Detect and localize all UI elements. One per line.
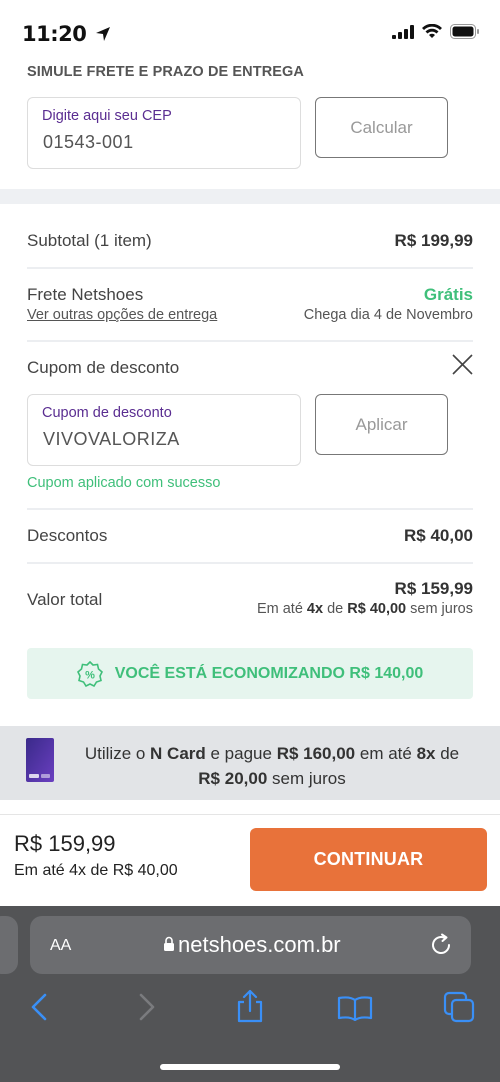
clock-text: 11:20 [22,22,87,46]
shipping-title: SIMULE FRETE E PRAZO DE ENTREGA [27,64,305,80]
total-label: Valor total [27,590,103,609]
status-icons [392,24,480,39]
status-time: 11:20 [22,22,111,46]
savings-text: VOCÊ ESTÁ ECONOMIZANDO R$ 140,00 [114,664,424,682]
url-text[interactable]: netshoes.com.br [178,932,341,958]
coupon-field-label: Cupom de desconto [42,405,172,421]
ncard-b4: R$ 20,00 [198,769,268,788]
footer-price: R$ 159,99 [14,831,116,856]
divider [27,508,473,510]
coupon-section-label: Cupom de desconto [27,358,180,377]
freight-value: Grátis [423,285,473,304]
wifi-icon [422,24,442,38]
ncard-t3: em até [355,744,417,763]
inst-suffix: sem juros [406,601,473,617]
total-installments: Em até 4x de R$ 40,00 sem juros [257,601,473,617]
discount-badge-icon: % [76,660,103,687]
tabs-icon[interactable] [443,991,475,1023]
footer-installments: Em até 4x de R$ 40,00 [14,862,178,879]
reader-settings-button[interactable]: AA [50,933,71,956]
back-icon[interactable] [30,993,48,1021]
cep-field-value[interactable]: 01543-001 [43,132,134,153]
discounts-label: Descontos [27,526,108,545]
cep-field[interactable]: Digite aqui seu CEP 01543-001 [27,97,301,169]
svg-text:%: % [85,669,95,681]
divider [27,267,473,269]
inst-prefix: Em até [256,601,307,617]
aa-label: AA [50,937,72,954]
inst-amount: R$ 40,00 [347,601,407,617]
cep-field-label: Digite aqui seu CEP [42,108,172,124]
subtotal-label: Subtotal (1 item) [27,231,152,250]
previous-tab-stub[interactable] [0,916,18,974]
continue-button[interactable]: CONTINUAR [250,828,487,891]
other-delivery-options-link[interactable]: Ver outras opções de entrega [27,307,217,323]
apply-coupon-button[interactable]: Aplicar [315,394,448,455]
freight-label: Frete Netshoes [27,285,144,304]
delivery-date: Chega dia 4 de Novembro [303,307,473,323]
inst-mid: de [323,601,348,617]
ncard-t4: de [435,744,460,763]
reload-icon[interactable] [429,933,453,957]
cellular-signal-icon [392,24,414,39]
ncard-b2: R$ 160,00 [276,744,356,763]
inst-count: 4x [306,601,324,617]
bookmarks-icon[interactable] [337,995,373,1021]
ncard-b1: N Card [150,744,206,763]
ncard-t1: Utilize o [84,744,151,763]
section-separator [0,189,500,204]
ncard-t5: sem juros [267,769,346,788]
subtotal-value: R$ 199,99 [394,231,473,250]
home-indicator[interactable] [160,1064,340,1070]
ncard-b3: 8x [416,744,436,763]
lock-icon [164,936,174,951]
battery-icon [450,24,479,39]
ncard-t2: e pague [205,744,277,763]
ncard-text: Utilize o N Card e pague R$ 160,00 em at… [72,741,472,791]
coupon-field-value[interactable]: VIVOVALORIZA [43,429,180,450]
share-icon[interactable] [235,988,265,1024]
coupon-success-message: Cupom aplicado com sucesso [27,475,221,491]
close-icon[interactable] [452,354,473,375]
location-arrow-icon [96,27,111,41]
divider [27,340,473,342]
savings-banner: % VOCÊ ESTÁ ECONOMIZANDO R$ 140,00 [27,648,473,699]
coupon-field[interactable]: Cupom de desconto VIVOVALORIZA [27,394,301,466]
total-value: R$ 159,99 [394,579,473,598]
credit-card-icon [26,738,54,782]
divider [27,562,473,564]
forward-icon[interactable] [138,993,156,1021]
calculate-button[interactable]: Calcular [315,97,448,158]
discounts-value: R$ 40,00 [404,526,473,545]
